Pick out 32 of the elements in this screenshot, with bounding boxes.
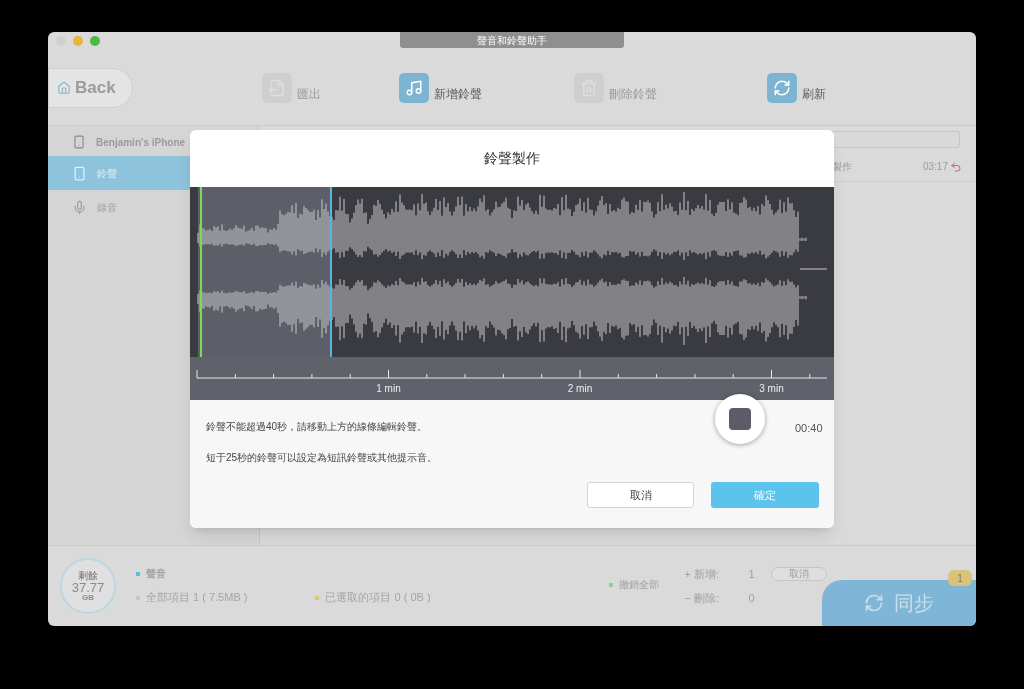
- minimize-icon[interactable]: [73, 36, 83, 46]
- stop-button[interactable]: [715, 394, 765, 444]
- start-handle[interactable]: [200, 187, 202, 357]
- window-title: 聲音和鈴聲助手: [400, 32, 624, 48]
- timeline-label: 2 min: [567, 383, 593, 394]
- home-icon: [57, 80, 71, 95]
- maximize-icon[interactable]: [90, 36, 100, 46]
- stop-icon: [729, 408, 751, 430]
- music-note-icon: [399, 72, 429, 103]
- removed-count: 0: [748, 591, 755, 606]
- phone-icon: [72, 165, 87, 181]
- back-button[interactable]: Back: [48, 67, 133, 108]
- dialog-title: 鈴聲製作: [484, 149, 540, 168]
- device-name: Benjamin's iPhone: [96, 135, 186, 150]
- confirm-button[interactable]: 確定: [711, 482, 819, 508]
- undo-icon[interactable]: [950, 160, 962, 173]
- toolbar-button[interactable]: 刷新: [767, 72, 826, 103]
- sync-icon: [864, 593, 884, 613]
- cancel-button[interactable]: 取消: [587, 482, 694, 508]
- end-handle[interactable]: [330, 187, 332, 357]
- info-message: 短于25秒的鈴聲可以設定為短訊鈴聲或其他提示音。: [206, 451, 438, 465]
- added-count: 1: [748, 566, 756, 582]
- toolbar-button[interactable]: 新增鈴聲: [399, 72, 482, 103]
- phone-icon: [72, 135, 86, 149]
- timeline-label: 3 min: [759, 383, 784, 394]
- info-message: 鈴聲不能超過40秒，請移動上方的線條編輯鈴聲。: [206, 420, 428, 434]
- storage-ring: 剩餘 37.77 GB: [60, 558, 116, 614]
- microphone-icon: [72, 199, 87, 215]
- timeline-label: 1 min: [376, 383, 401, 394]
- count-badge: 1: [948, 570, 972, 586]
- refresh-icon: [767, 72, 797, 103]
- time-reading: 00:40: [795, 421, 823, 436]
